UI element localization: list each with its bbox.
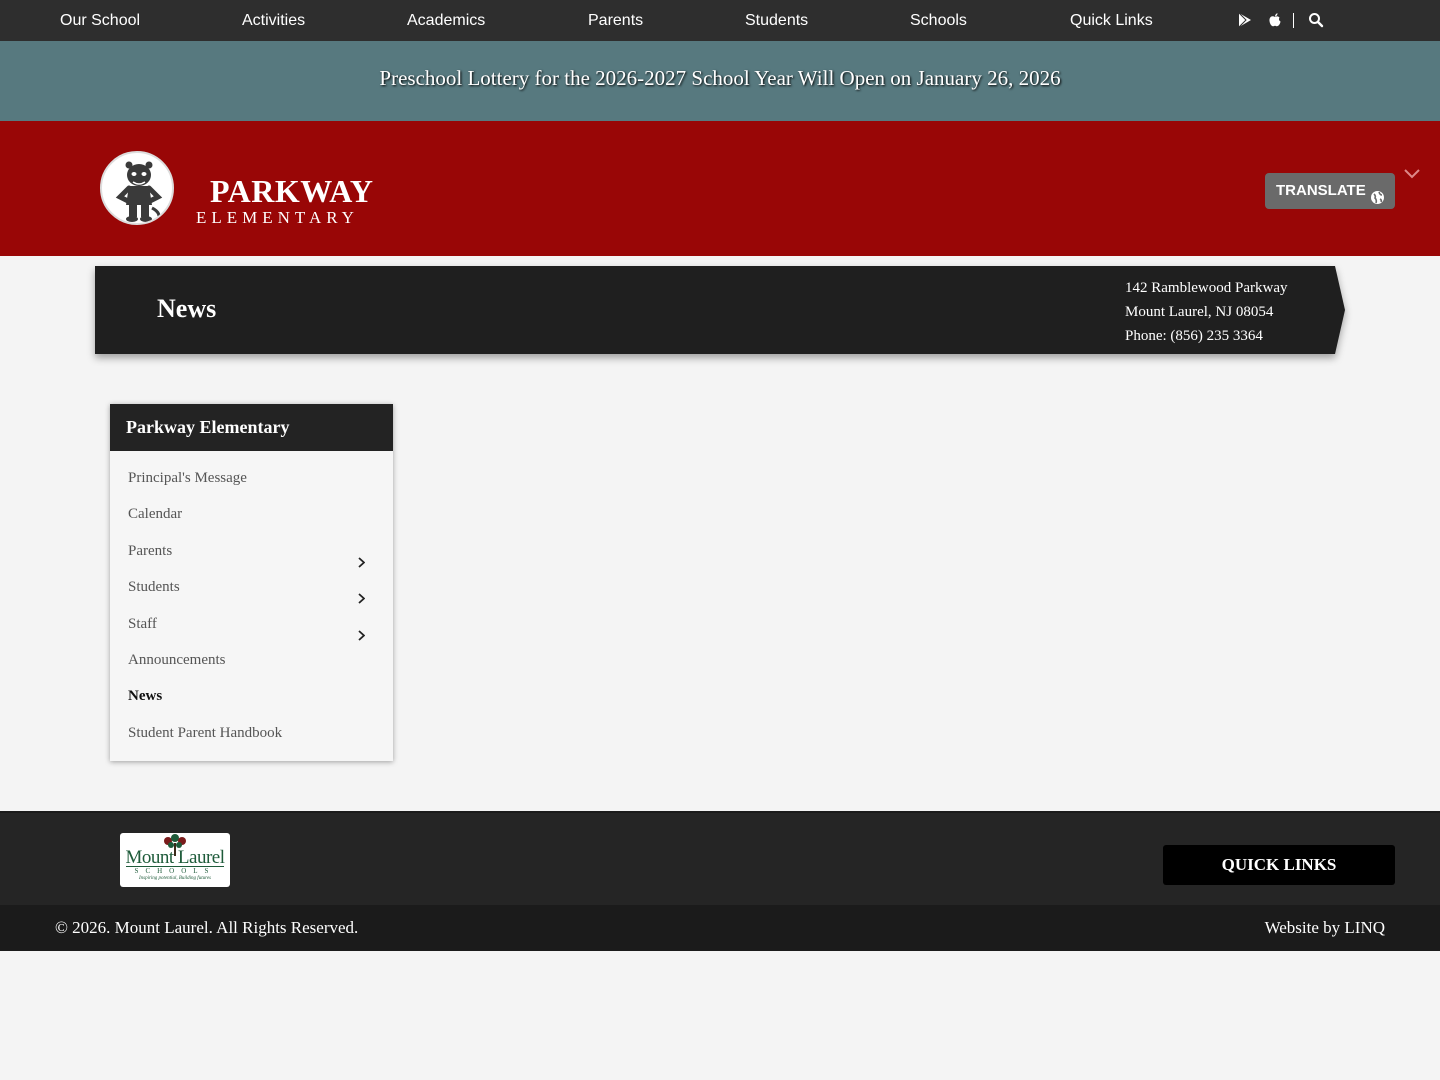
sidebar-item-announcements[interactable]: Announcements — [110, 642, 393, 678]
sidebar-item-label: Announcements — [128, 651, 226, 668]
sidebar-item-label: Calendar — [128, 506, 183, 523]
sidebar-item-student-parent-handbook[interactable]: Student Parent Handbook — [110, 715, 393, 751]
copyright-text: © 2026. Mount Laurel. All Rights Reserve… — [55, 918, 359, 937]
sidebar-heading: Parkway Elementary — [110, 404, 393, 451]
nav-schools[interactable]: Schools — [910, 0, 967, 41]
sidebar-item-students[interactable]: Students — [110, 569, 393, 605]
address-line-1: 142 Ramblewood Parkway — [1125, 280, 1288, 296]
copyright-bar: © 2026. Mount Laurel. All Rights Reserve… — [0, 905, 1440, 951]
sidebar-item-label: Parents — [128, 542, 173, 559]
phone-number: Phone: (856) 235 3364 — [1125, 328, 1263, 344]
sidebar-item-parents[interactable]: Parents — [110, 533, 393, 569]
sidebar-item-staff[interactable]: Staff — [110, 606, 393, 642]
nav-separator — [1293, 13, 1294, 28]
sidebar-item-label: Staff — [128, 615, 157, 632]
alert-link[interactable]: Preschool Lottery for the 2026-2027 Scho… — [0, 41, 1440, 121]
sidebar-item-label: Students — [128, 579, 180, 596]
apple-icon[interactable] — [1268, 12, 1284, 28]
page-title-bar: News 142 Ramblewood Parkway Mount Laurel… — [95, 266, 1345, 354]
school-logo-link[interactable]: PARKWAY ELEMENTARY — [100, 151, 373, 231]
section-sidebar: Parkway Elementary Principal's Message C… — [110, 404, 393, 761]
globe-icon — [1370, 183, 1385, 204]
chevron-right-icon[interactable] — [358, 582, 366, 604]
page-title: News — [157, 294, 217, 323]
translate-label: TRANSLATE — [1276, 182, 1366, 199]
sidebar-item-label: Student Parent Handbook — [128, 724, 283, 741]
logo-tagline: Inspiring potential, Building futures — [138, 876, 212, 881]
chevron-right-icon[interactable] — [358, 619, 366, 641]
nav-parents[interactable]: Parents — [588, 0, 643, 41]
address-line-2: Mount Laurel, NJ 08054 — [1125, 304, 1274, 320]
website-credit-link[interactable]: Website by LINQ — [1265, 905, 1385, 951]
sidebar-item-news[interactable]: News — [110, 678, 393, 714]
top-navigation: Our School Activities Academics Parents … — [0, 0, 1440, 41]
nav-quick-links[interactable]: Quick Links — [1070, 0, 1153, 41]
sidebar-item-label: Principal's Message — [128, 470, 247, 486]
nav-activities[interactable]: Activities — [242, 0, 305, 41]
sidebar-item-label: News — [128, 688, 163, 705]
nav-academics[interactable]: Academics — [407, 0, 485, 41]
sidebar-menu: Principal's Message Calendar Parents Stu… — [110, 451, 393, 751]
sidebar-item-calendar[interactable]: Calendar — [110, 496, 393, 532]
site-footer: Mount Laurel SCHOOLS Inspiring potential… — [0, 811, 1440, 905]
mount-laurel-logo[interactable]: Mount Laurel SCHOOLS Inspiring potential… — [120, 833, 230, 887]
search-icon[interactable] — [1308, 12, 1324, 28]
chevron-right-icon[interactable] — [358, 546, 366, 568]
google-play-icon[interactable] — [1237, 12, 1253, 28]
logo-schools: SCHOOLS — [134, 867, 216, 875]
school-subtitle: ELEMENTARY — [196, 208, 359, 227]
school-name: PARKWAY — [210, 173, 374, 209]
panther-mascot-logo — [100, 151, 174, 225]
site-header: PARKWAY ELEMENTARY TRANSLATE — [0, 121, 1440, 256]
chevron-down-icon[interactable] — [1403, 166, 1421, 179]
sidebar-item-principals-message[interactable]: Principal's Message — [110, 460, 393, 496]
school-address: 142 Ramblewood Parkway Mount Laurel, NJ … — [1125, 276, 1287, 348]
translate-button[interactable]: TRANSLATE — [1265, 173, 1395, 209]
nav-students[interactable]: Students — [745, 0, 808, 41]
quick-links-button[interactable]: QUICK LINKS — [1163, 845, 1395, 885]
nav-our-school[interactable]: Our School — [60, 0, 140, 41]
alert-banner: Preschool Lottery for the 2026-2027 Scho… — [0, 41, 1440, 121]
